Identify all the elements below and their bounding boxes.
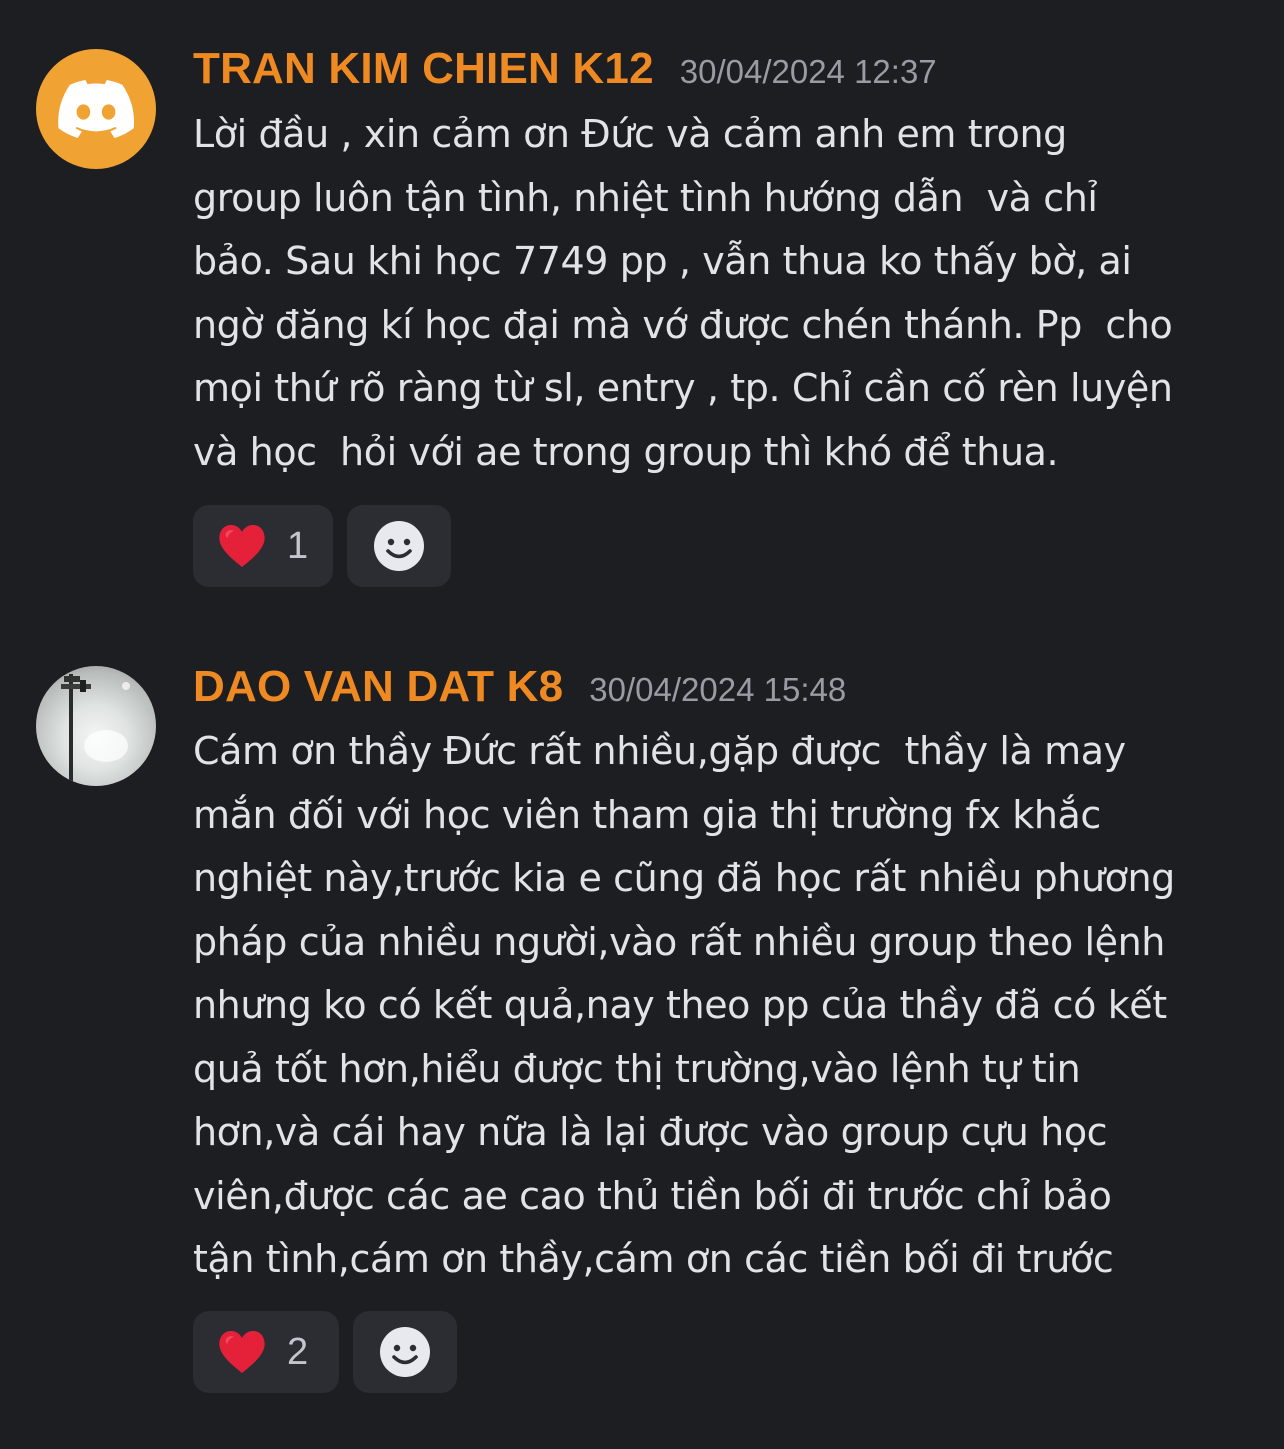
message-header: DAO VAN DAT K8 30/04/2024 15:48 bbox=[193, 662, 846, 712]
add-reaction-button[interactable] bbox=[353, 1311, 457, 1393]
message-content: Cám ơn thầy Đức rất nhiều,gặp được thầy … bbox=[193, 720, 1263, 1292]
message-line: hơn,và cái hay nữa là lại được vào group… bbox=[193, 1110, 1108, 1154]
message-line: mắn đối với học viên tham gia thị trường… bbox=[193, 792, 1101, 837]
message-line: pháp của nhiều người,vào rất nhiều group… bbox=[193, 919, 1165, 964]
username[interactable]: DAO VAN DAT K8 bbox=[193, 662, 563, 712]
heart-reaction-button[interactable]: 2 bbox=[193, 1311, 339, 1393]
message-line: nghiệt này,trước kia e cũng đã học rất n… bbox=[193, 856, 1175, 900]
reaction-count: 2 bbox=[287, 1330, 309, 1373]
message-line: quả tốt hơn,hiểu được thị trường,vào lện… bbox=[193, 1046, 1081, 1091]
message-line: viên,được các ae cao thủ tiền bối đi trư… bbox=[193, 1173, 1112, 1218]
reactions-bar: 2 bbox=[193, 1311, 457, 1393]
avatar[interactable] bbox=[36, 666, 156, 786]
message-line: tận tình,cám ơn thầy,cám ơn các tiền bối… bbox=[193, 1237, 1114, 1281]
smile-icon bbox=[380, 1327, 430, 1377]
message-line: nhưng ko có kết quả,nay theo pp của thầy… bbox=[193, 983, 1167, 1027]
heart-icon bbox=[219, 1331, 265, 1373]
user-photo-avatar bbox=[61, 674, 130, 784]
message-line: Cám ơn thầy Đức rất nhiều,gặp được thầy … bbox=[193, 729, 1126, 773]
message-2: DAO VAN DAT K8 30/04/2024 15:48 Cám ơn t… bbox=[0, 0, 1284, 1449]
timestamp: 30/04/2024 15:48 bbox=[589, 671, 847, 708]
